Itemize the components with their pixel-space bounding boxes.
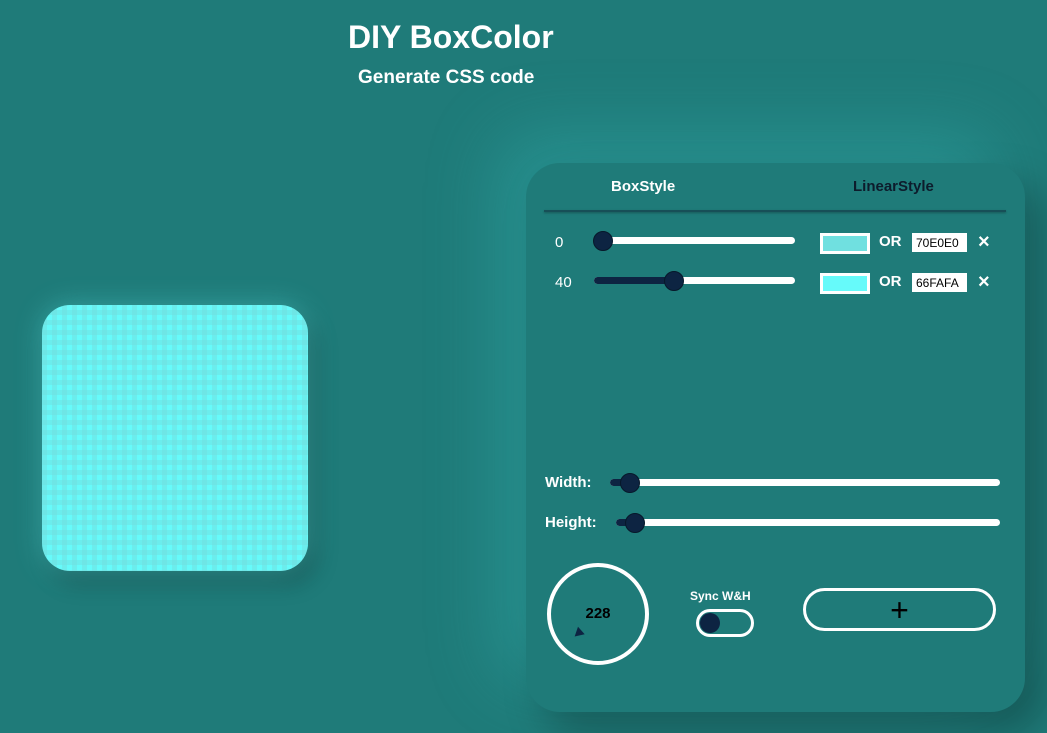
tab-boxstyle[interactable]: BoxStyle <box>611 178 675 195</box>
stop-position-slider[interactable] <box>593 230 795 251</box>
sync-toggle[interactable] <box>696 609 754 637</box>
slider-thumb[interactable] <box>593 230 613 251</box>
height-slider[interactable] <box>616 512 1000 533</box>
angle-dial[interactable]: 228 <box>547 563 649 665</box>
stop-position-slider[interactable] <box>594 270 795 291</box>
color-stop-row: 0 OR × <box>526 230 1025 257</box>
box-preview <box>42 305 308 571</box>
angle-value: 228 <box>585 605 611 622</box>
remove-stop-icon[interactable]: × <box>978 271 990 293</box>
color-swatch[interactable] <box>820 273 870 294</box>
tab-divider <box>544 210 1006 212</box>
width-label: Width: <box>545 474 592 491</box>
settings-panel: BoxStyle LinearStyle 0 OR × 40 OR <box>526 163 1025 712</box>
color-stop-row: 40 OR × <box>526 270 1025 297</box>
slider-fill <box>594 277 675 284</box>
hex-color-input[interactable] <box>912 233 967 252</box>
width-slider[interactable] <box>610 472 1000 493</box>
angle-pointer-icon <box>571 626 585 641</box>
or-label: OR <box>879 273 902 290</box>
or-label: OR <box>879 233 902 250</box>
page: DIY BoxColor Generate CSS code BoxStyle … <box>0 0 1047 733</box>
stop-position-value: 0 <box>555 234 564 251</box>
slider-thumb[interactable] <box>664 270 685 291</box>
height-label: Height: <box>545 514 597 531</box>
sync-label: Sync W&H <box>690 589 751 603</box>
toggle-knob <box>700 613 720 633</box>
color-swatch[interactable] <box>820 233 870 254</box>
slider-thumb[interactable] <box>619 472 640 493</box>
page-subtitle: Generate CSS code <box>358 67 535 88</box>
stop-position-value: 40 <box>555 274 572 291</box>
hex-color-input[interactable] <box>912 273 967 292</box>
add-color-stop-button[interactable]: + <box>803 588 996 631</box>
tab-bar: BoxStyle LinearStyle <box>526 163 1025 212</box>
slider-thumb[interactable] <box>625 512 646 533</box>
page-title: DIY BoxColor <box>348 19 554 55</box>
tab-linearstyle[interactable]: LinearStyle <box>853 178 934 195</box>
remove-stop-icon[interactable]: × <box>978 231 990 253</box>
